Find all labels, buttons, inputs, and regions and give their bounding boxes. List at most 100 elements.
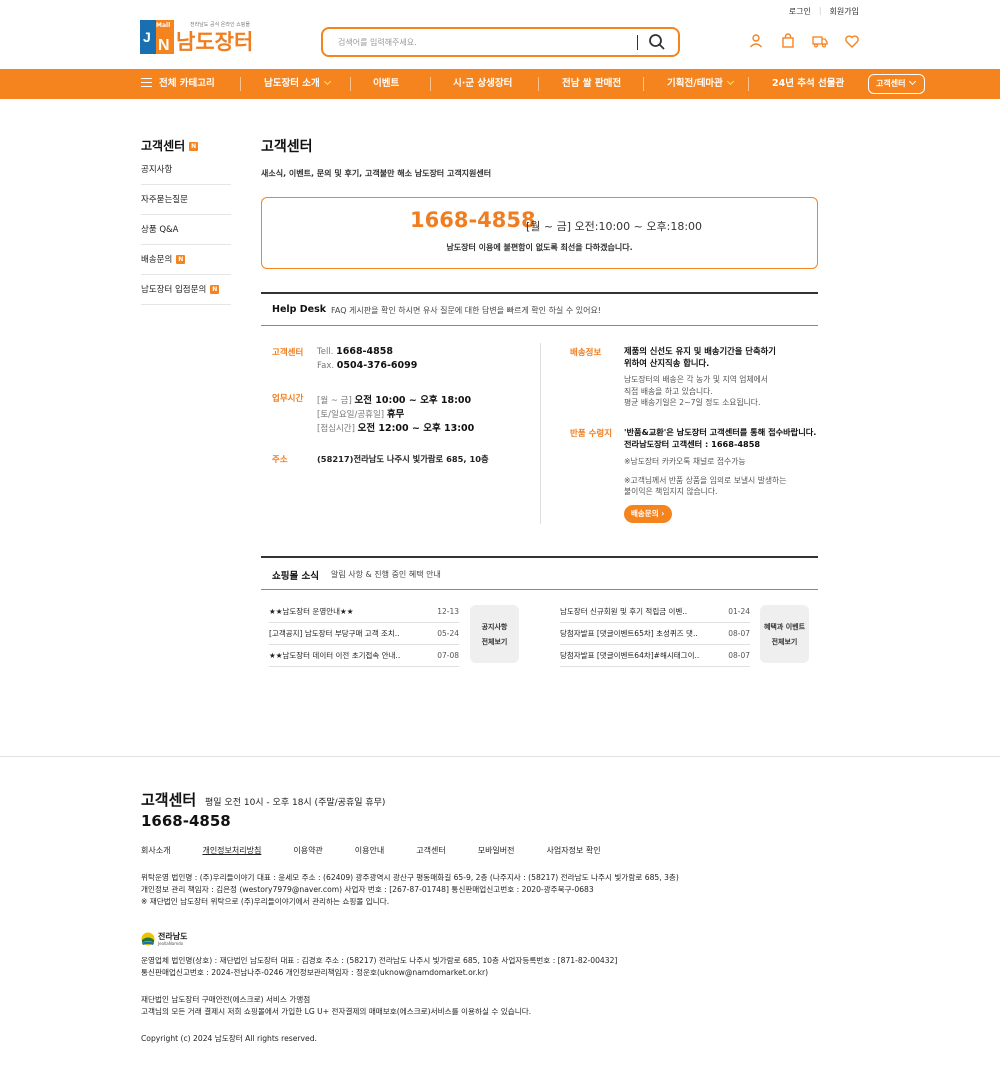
notice-row[interactable]: ★★남도장터 데이터 이전 초기접속 안내.. 07-08 bbox=[269, 645, 459, 667]
notice-row[interactable]: [고객공지] 남도장터 부당구매 고객 조치.. 05-24 bbox=[269, 623, 459, 645]
notice-view-all-line2: 전체보기 bbox=[481, 638, 508, 646]
phone-number: 1668-4858 bbox=[410, 208, 536, 232]
nav-item-event[interactable]: 이벤트 bbox=[373, 69, 399, 99]
shipping-inquiry-label: 배송문의 bbox=[631, 509, 659, 518]
sidebar-item-partner-label: 남도장터 입점문의 bbox=[141, 285, 207, 295]
section-divider bbox=[261, 325, 818, 326]
notice-title: [고객공지] 남도장터 부당구매 고객 조치.. bbox=[269, 629, 400, 638]
footer-divider bbox=[0, 756, 1000, 757]
footer-cs-title: 고객센터 bbox=[141, 791, 197, 809]
event-date: 08-07 bbox=[728, 651, 750, 660]
chevron-down-icon bbox=[323, 77, 331, 86]
work2-label: [토/일요일/공휴일] bbox=[317, 410, 385, 420]
event-row[interactable]: 당첨자발표 [댓글이벤트65차] 초성퀴즈 댓.. 08-07 bbox=[560, 623, 750, 645]
footer-links: 회사소개 개인정보처리방침 이용약관 이용안내 고객센터 모바일버전 사업자정보… bbox=[141, 845, 633, 856]
notice-title: ★★남도장터 운영안내★★ bbox=[269, 607, 354, 616]
nav-divider bbox=[350, 77, 351, 91]
shipping-text: 남도장터의 배송은 각 농가 및 지역 업체에서 직접 배송을 하고 있습니다.… bbox=[624, 374, 768, 409]
sidebar-menu: 공지사항 자주묻는질문 상품 Q&A 배송문의 N 남도장터 입점문의 N bbox=[141, 155, 231, 305]
shipping-title: 제품의 신선도 유지 및 배송기간을 단축하기 위하여 산지직송 합니다. bbox=[624, 345, 776, 369]
footer-cs-hours: 평일 오전 10시 - 오후 18시 (주말/공휴일 휴무) bbox=[205, 798, 386, 808]
section-divider bbox=[261, 589, 818, 590]
footer-escrow-line2: 고객님의 모든 거래 결제시 저희 쇼핑몰에서 가입한 LG U+ 전자결제의 … bbox=[141, 1007, 532, 1016]
cs-label: 고객센터 bbox=[272, 348, 304, 358]
event-row[interactable]: 당첨자발표 [댓글이벤트64차]#해시태그이.. 08-07 bbox=[560, 645, 750, 667]
search-input[interactable]: 검색어를 입력해주세요. bbox=[338, 37, 417, 48]
work1-value: 오전 10:00 ~ 오후 18:00 bbox=[354, 395, 472, 406]
event-view-all-button[interactable]: 혜택과 이벤트 전체보기 bbox=[760, 605, 809, 663]
divider: | bbox=[818, 6, 822, 15]
footer-link-terms[interactable]: 이용약관 bbox=[293, 845, 322, 856]
fax-value: 0504-376-6099 bbox=[336, 360, 418, 371]
jeonnam-logo: 전라남도 JeollaNamdo bbox=[141, 931, 193, 948]
news-desc: 알림 사항 & 진행 중인 혜택 안내 bbox=[331, 570, 441, 579]
operating-hours: [월 ~ 금] 오전:10:00 ~ 오후:18:00 bbox=[526, 220, 703, 233]
search-icon[interactable] bbox=[648, 33, 666, 51]
cart-bag-icon[interactable] bbox=[780, 33, 796, 49]
heart-icon[interactable] bbox=[844, 33, 860, 49]
event-date: 08-07 bbox=[728, 629, 750, 638]
nav-item-theme[interactable]: 기획전/테마관 bbox=[667, 69, 734, 99]
tel-value: 1668-4858 bbox=[336, 346, 393, 357]
call-center-box: 1668-4858 [월 ~ 금] 오전:10:00 ~ 오후:18:00 남도… bbox=[261, 197, 818, 269]
cs-dropdown-button[interactable]: 고객센터 bbox=[868, 74, 925, 94]
header-icons bbox=[748, 33, 860, 49]
notice-view-all-button[interactable]: 공지사항전체보기 bbox=[470, 605, 519, 663]
notice-view-all-line1: 공지사항 bbox=[481, 623, 508, 631]
return-text-line1: ※남도장터 카카오톡 채널로 접수가능 bbox=[624, 457, 746, 466]
sidebar-item-product-qna[interactable]: 상품 Q&A bbox=[141, 215, 231, 245]
footer-company-line2: 개인정보 관리 책임자 : 김은정 (westory7979@naver.com… bbox=[141, 885, 594, 894]
footer-operator-line1: 운영업체 법인명(상호) : 재단법인 남도장터 대표 : 김경호 주소 : (… bbox=[141, 956, 618, 965]
nav-item-rice[interactable]: 전남 쌀 판매전 bbox=[562, 69, 621, 99]
chevron-down-icon bbox=[909, 77, 917, 86]
chevron-right-icon: › bbox=[661, 509, 665, 518]
shipping-inquiry-button[interactable]: 배송문의 › bbox=[624, 505, 672, 523]
nav-item-gift[interactable]: 24년 추석 선물관 bbox=[772, 69, 844, 99]
work1-label: [월 ~ 금] bbox=[317, 396, 352, 406]
user-icon[interactable] bbox=[748, 33, 764, 49]
sidebar-item-notice[interactable]: 공지사항 bbox=[141, 155, 231, 185]
new-badge: N bbox=[210, 285, 220, 294]
login-link[interactable]: 로그인 bbox=[789, 6, 811, 17]
sidebar-title: 고객센터 N bbox=[141, 137, 199, 154]
svg-text:N: N bbox=[158, 37, 170, 54]
notice-date: 07-08 bbox=[437, 651, 459, 660]
nav-item-theme-label: 기획전/테마관 bbox=[667, 78, 723, 89]
return-title-line1: '반품&교환'은 남도장터 고객센터를 통해 접수바랍니다. bbox=[624, 427, 817, 437]
sidebar-title-text: 고객센터 bbox=[141, 139, 186, 153]
event-row[interactable]: 남도장터 신규회원 및 후기 적립금 이벤.. 01-24 bbox=[560, 601, 750, 623]
work3-value: 오전 12:00 ~ 오후 13:00 bbox=[357, 423, 475, 434]
nav-item-intro[interactable]: 남도장터 소개 bbox=[264, 69, 331, 99]
sidebar-item-shipping-label: 배송문의 bbox=[141, 255, 173, 265]
nav-all-category[interactable]: 전체 카테고리 bbox=[141, 69, 215, 99]
footer-link-guide[interactable]: 이용안내 bbox=[355, 845, 384, 856]
nav-item-intro-label: 남도장터 소개 bbox=[264, 78, 320, 89]
nav-divider bbox=[430, 77, 431, 91]
column-divider bbox=[540, 343, 541, 524]
footer-link-cs[interactable]: 고객센터 bbox=[416, 845, 445, 856]
return-title: '반품&교환'은 남도장터 고객센터를 통해 접수바랍니다. 전라남도장터 고객… bbox=[624, 426, 816, 450]
nav-divider bbox=[643, 77, 644, 91]
signup-link[interactable]: 회원가입 bbox=[830, 6, 859, 17]
footer-link-mobile[interactable]: 모바일버전 bbox=[478, 845, 515, 856]
new-badge: N bbox=[189, 142, 199, 151]
nav-divider bbox=[538, 77, 539, 91]
section-divider bbox=[261, 556, 818, 558]
footer-escrow-line1: 재단법인 남도장터 구매안전(에스크로) 서비스 가맹점 bbox=[141, 995, 311, 1004]
footer-link-business-info[interactable]: 사업자정보 확인 bbox=[547, 845, 601, 856]
sidebar-item-shipping[interactable]: 배송문의 N bbox=[141, 245, 231, 275]
footer-link-company[interactable]: 회사소개 bbox=[141, 845, 170, 856]
shipping-text-line3: 평균 배송기일은 2~7일 정도 소요됩니다. bbox=[624, 398, 761, 407]
search-box[interactable]: 검색어를 입력해주세요. bbox=[321, 27, 680, 57]
site-logo[interactable]: J N Mall 전라남도 공식 온라인 쇼핑몰 남도장터 bbox=[140, 18, 253, 58]
work2-value: 휴무 bbox=[386, 409, 405, 420]
helpdesk-title: Help Desk bbox=[272, 304, 327, 315]
sidebar-item-partner[interactable]: 남도장터 입점문의 N bbox=[141, 275, 231, 305]
notice-row[interactable]: ★★남도장터 운영안내★★ 12-13 bbox=[269, 601, 459, 623]
footer-link-privacy[interactable]: 개인정보처리방침 bbox=[202, 845, 261, 856]
shipping-text-line1: 남도장터의 배송은 각 농가 및 지역 업체에서 bbox=[624, 375, 768, 384]
sidebar-item-faq[interactable]: 자주묻는질문 bbox=[141, 185, 231, 215]
work3-label: [점심시간] bbox=[317, 424, 355, 434]
nav-item-local-market[interactable]: 시·군 상생장터 bbox=[453, 69, 512, 99]
delivery-truck-icon[interactable] bbox=[812, 33, 828, 49]
